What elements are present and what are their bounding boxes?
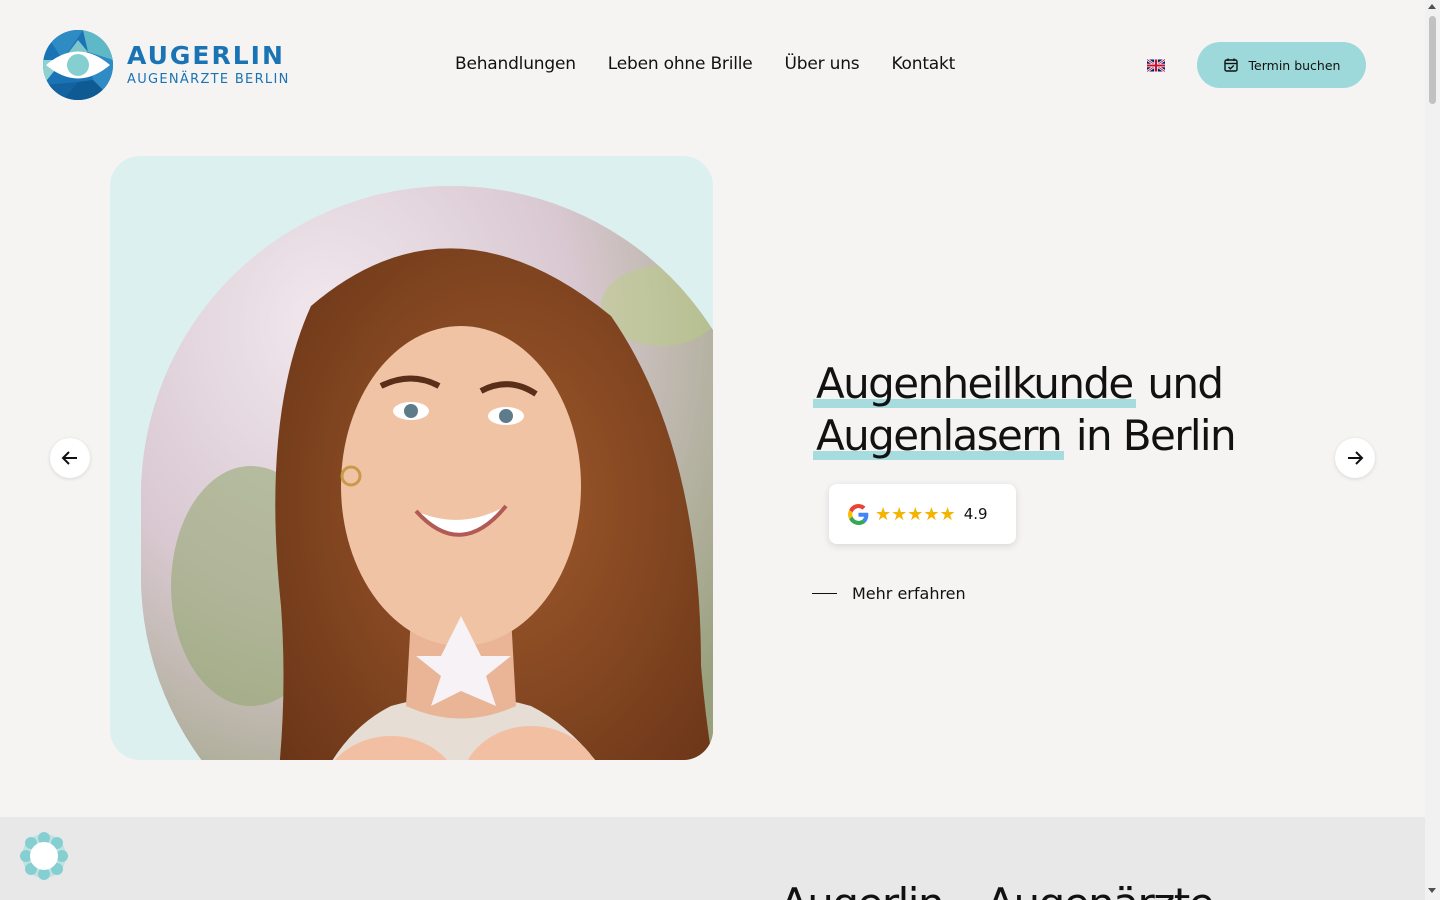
site-header: AUGERLIN AUGENÄRZTE BERLIN Behandlungen … — [0, 0, 1425, 130]
carousel-prev-button[interactable] — [50, 438, 90, 478]
about-section-title: Augerlin – Augenärzte — [780, 879, 1215, 900]
about-section: Augerlin – Augenärzte — [0, 817, 1425, 900]
hero-image-card — [110, 156, 713, 760]
learn-more-label: Mehr erfahren — [852, 584, 966, 603]
learn-more-line — [812, 593, 837, 594]
arrow-right-icon — [1348, 451, 1364, 465]
nav-item-behandlungen[interactable]: Behandlungen — [455, 54, 576, 74]
eye-logo-icon — [43, 30, 113, 100]
brand-logo[interactable]: AUGERLIN AUGENÄRZTE BERLIN — [43, 30, 290, 100]
hero-title-highlight-1: Augenheilkunde — [813, 359, 1136, 408]
main-nav: Behandlungen Leben ohne Brille Über uns … — [455, 54, 955, 74]
calendar-check-icon — [1223, 58, 1238, 72]
uk-flag-icon — [1147, 59, 1165, 72]
nav-item-ueber-uns[interactable]: Über uns — [785, 54, 860, 74]
hero-title: Augenheilkunde und Augenlasern in Berlin — [813, 358, 1293, 462]
scrollbar-thumb[interactable] — [1429, 16, 1436, 104]
nav-item-leben-ohne-brille[interactable]: Leben ohne Brille — [608, 54, 753, 74]
hero-title-connector: und — [1135, 359, 1224, 408]
hero-title-highlight-2: Augenlasern — [813, 411, 1065, 460]
learn-more-link[interactable]: Mehr erfahren — [812, 584, 966, 603]
book-appointment-button[interactable]: Termin buchen — [1197, 42, 1366, 88]
language-switch[interactable] — [1147, 59, 1165, 72]
brand-tagline: AUGENÄRZTE BERLIN — [127, 72, 290, 87]
google-rating-badge[interactable]: ★★★★★ 4.9 — [829, 484, 1016, 544]
google-g-icon — [848, 503, 869, 525]
page-scrollbar[interactable] — [1425, 0, 1440, 900]
rating-stars: ★★★★★ — [875, 503, 956, 524]
hero-title-suffix: in Berlin — [1064, 411, 1237, 460]
scroll-up-arrow-icon[interactable] — [1428, 4, 1436, 9]
hero-photo — [141, 186, 713, 760]
rating-value: 4.9 — [963, 505, 988, 523]
carousel-next-button[interactable] — [1335, 438, 1375, 478]
scroll-down-arrow-icon[interactable] — [1428, 888, 1436, 893]
smiling-woman-photo-icon — [141, 186, 713, 760]
arrow-left-icon — [61, 451, 77, 465]
accessibility-widget-button[interactable] — [20, 832, 68, 880]
brand-name: AUGERLIN — [127, 41, 285, 70]
book-appointment-label: Termin buchen — [1248, 57, 1341, 73]
nav-item-kontakt[interactable]: Kontakt — [891, 54, 955, 74]
accessibility-widget-icon — [20, 832, 68, 880]
